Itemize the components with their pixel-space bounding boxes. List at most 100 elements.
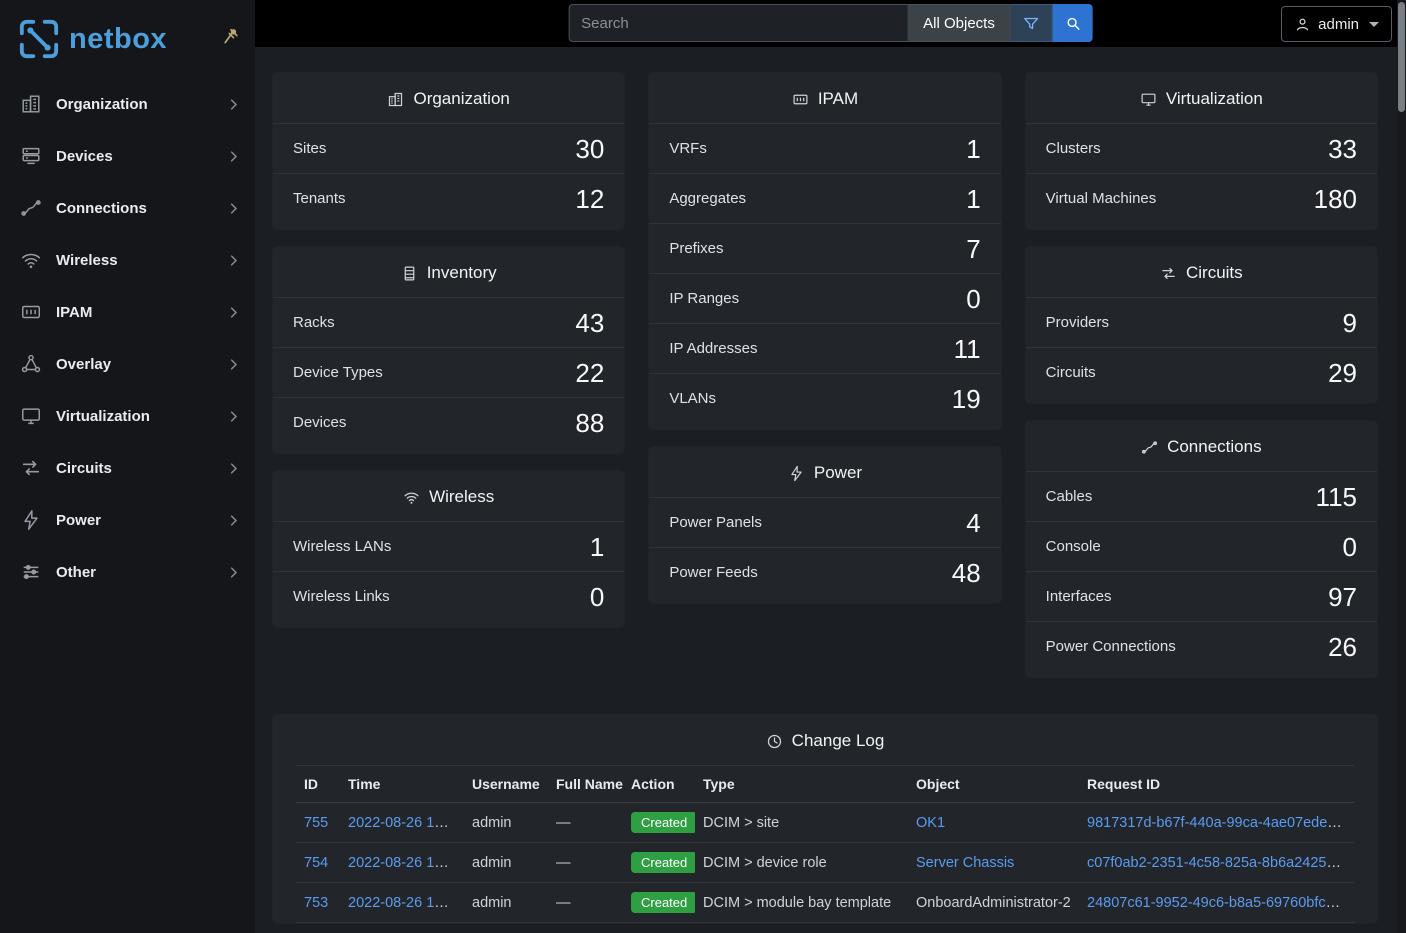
changelog-object-text: OnboardAdministrator-2 xyxy=(916,895,1071,911)
lightning-icon xyxy=(20,509,42,531)
stat-row: Wireless Links 0 xyxy=(273,571,624,621)
stat-row: Devices 88 xyxy=(273,397,624,447)
topbar: All Objects admin xyxy=(255,0,1406,47)
stat-link-aggregates[interactable]: Aggregates xyxy=(669,190,746,207)
power-card: Power Power Panels 4 Power Feeds 48 xyxy=(649,447,1000,603)
stat-value-racks: 43 xyxy=(575,310,604,336)
changelog-type: DCIM > device role xyxy=(695,843,908,883)
brand-wordmark: netbox xyxy=(69,23,167,56)
server-stack-icon xyxy=(20,145,42,167)
stat-link-console[interactable]: Console xyxy=(1046,538,1101,555)
filter-button[interactable] xyxy=(1011,4,1053,42)
object-type-dropdown[interactable]: All Objects xyxy=(908,4,1011,42)
monitor-icon xyxy=(1140,91,1157,108)
sidebar-item-ipam[interactable]: IPAM xyxy=(0,286,255,338)
changelog-time-link[interactable]: 2022-08-26 14:17 xyxy=(348,855,463,871)
stat-link-vrfs[interactable]: VRFs xyxy=(669,140,707,157)
stat-value-providers: 9 xyxy=(1343,310,1357,336)
card-header: Inventory xyxy=(273,247,624,297)
sidebar-item-connections[interactable]: Connections xyxy=(0,182,255,234)
stat-link-power-feeds[interactable]: Power Feeds xyxy=(669,564,757,581)
stat-link-virtual-machines[interactable]: Virtual Machines xyxy=(1046,190,1157,207)
stat-link-interfaces[interactable]: Interfaces xyxy=(1046,588,1112,605)
card-title: IPAM xyxy=(818,89,858,109)
stat-row: Power Panels 4 xyxy=(649,497,1000,547)
stat-link-tenants[interactable]: Tenants xyxy=(293,190,346,207)
stat-value-tenants: 12 xyxy=(575,186,604,212)
sidebar-item-devices[interactable]: Devices xyxy=(0,130,255,182)
card-title: Connections xyxy=(1167,437,1262,457)
sidebar-item-wireless[interactable]: Wireless xyxy=(0,234,255,286)
stat-link-racks[interactable]: Racks xyxy=(293,314,335,331)
chevron-right-icon xyxy=(226,565,241,580)
stat-link-wireless-links[interactable]: Wireless Links xyxy=(293,588,390,605)
sidebar-item-overlay[interactable]: Overlay xyxy=(0,338,255,390)
changelog-object-link[interactable]: OK1 xyxy=(916,815,945,831)
changelog-username: admin xyxy=(464,883,548,923)
stat-link-circuits[interactable]: Circuits xyxy=(1046,364,1096,381)
counter-icon xyxy=(792,91,809,108)
scrollbar-thumb[interactable] xyxy=(1398,2,1405,112)
sidebar-item-circuits[interactable]: Circuits xyxy=(0,442,255,494)
sidebar-item-power[interactable]: Power xyxy=(0,494,255,546)
search-input[interactable] xyxy=(568,4,908,42)
stat-row: Interfaces 97 xyxy=(1026,571,1377,621)
stat-value-cables: 115 xyxy=(1316,484,1357,510)
search-submit-button[interactable] xyxy=(1053,4,1093,42)
changelog-id-link[interactable]: 753 xyxy=(304,895,328,911)
changelog-row: 755 2022-08-26 14:22 admin — Created DCI… xyxy=(296,803,1354,843)
stat-row: VLANs 19 xyxy=(649,373,1000,423)
changelog-request-id-link[interactable]: 9817317d-b67f-440a-99ca-4ae07ede94df xyxy=(1087,815,1354,831)
changelog-object-link[interactable]: Server Chassis xyxy=(916,855,1014,871)
funnel-icon xyxy=(1023,15,1040,32)
col-header-full-name: Full Name xyxy=(548,766,623,803)
stat-link-ip-addresses[interactable]: IP Addresses xyxy=(669,340,757,357)
page-scrollbar[interactable] xyxy=(1397,0,1406,933)
stat-link-providers[interactable]: Providers xyxy=(1046,314,1109,331)
changelog-request-id-link[interactable]: c07f0ab2-2351-4c58-825a-8b6a2425a1ab xyxy=(1087,855,1354,871)
sidebar-item-virtualization[interactable]: Virtualization xyxy=(0,390,255,442)
col-header-time: Time xyxy=(340,766,464,803)
changelog-id-link[interactable]: 755 xyxy=(304,815,328,831)
stat-value-prefixes: 7 xyxy=(966,236,980,262)
stat-link-vlans[interactable]: VLANs xyxy=(669,390,716,407)
cable-icon xyxy=(20,197,42,219)
stat-link-sites[interactable]: Sites xyxy=(293,140,326,157)
sidebar-pin-icon[interactable] xyxy=(221,26,241,46)
changelog-id-link[interactable]: 754 xyxy=(304,855,328,871)
stat-link-device-types[interactable]: Device Types xyxy=(293,364,383,381)
stat-link-ip-ranges[interactable]: IP Ranges xyxy=(669,290,739,307)
changelog-request-id-link[interactable]: 24807c61-9952-49c6-b8a5-69760bfcc4b3 xyxy=(1087,895,1354,911)
stat-value-devices: 88 xyxy=(575,410,604,436)
stat-link-cables[interactable]: Cables xyxy=(1046,488,1093,505)
stat-row: IP Ranges 0 xyxy=(649,273,1000,323)
sidebar-item-other[interactable]: Other xyxy=(0,546,255,598)
stat-link-clusters[interactable]: Clusters xyxy=(1046,140,1101,157)
stat-row: Tenants 12 xyxy=(273,173,624,223)
stat-row: Power Feeds 48 xyxy=(649,547,1000,597)
caret-down-icon xyxy=(1369,22,1379,27)
building-icon xyxy=(20,93,42,115)
history-icon xyxy=(766,733,783,750)
virtualization-card: Virtualization Clusters 33 Virtual Machi… xyxy=(1026,73,1377,229)
stat-link-power-panels[interactable]: Power Panels xyxy=(669,514,762,531)
stat-value-wireless-links: 0 xyxy=(590,584,604,610)
stat-link-prefixes[interactable]: Prefixes xyxy=(669,240,723,257)
ipam-card: IPAM VRFs 1 Aggregates 1 Prefixes 7 IP R… xyxy=(649,73,1000,429)
col-header-id: ID xyxy=(296,766,340,803)
stat-link-devices[interactable]: Devices xyxy=(293,414,346,431)
user-menu-button[interactable]: admin xyxy=(1281,6,1392,42)
changelog-username: admin xyxy=(464,803,548,843)
changelog-full-name: — xyxy=(548,843,623,883)
sidebar-item-organization[interactable]: Organization xyxy=(0,78,255,130)
stat-link-power-connections[interactable]: Power Connections xyxy=(1046,638,1176,655)
stat-link-wireless-lans[interactable]: Wireless LANs xyxy=(293,538,391,555)
organization-card: Organization Sites 30 Tenants 12 xyxy=(273,73,624,229)
chevron-right-icon xyxy=(226,97,241,112)
changelog-time-link[interactable]: 2022-08-26 14:15 xyxy=(348,895,463,911)
stat-value-circuits: 29 xyxy=(1328,360,1357,386)
sidebar-item-label: Power xyxy=(56,512,226,529)
changelog-time-link[interactable]: 2022-08-26 14:22 xyxy=(348,815,463,831)
stat-value-interfaces: 97 xyxy=(1328,584,1357,610)
wireless-card: Wireless Wireless LANs 1 Wireless Links … xyxy=(273,471,624,627)
